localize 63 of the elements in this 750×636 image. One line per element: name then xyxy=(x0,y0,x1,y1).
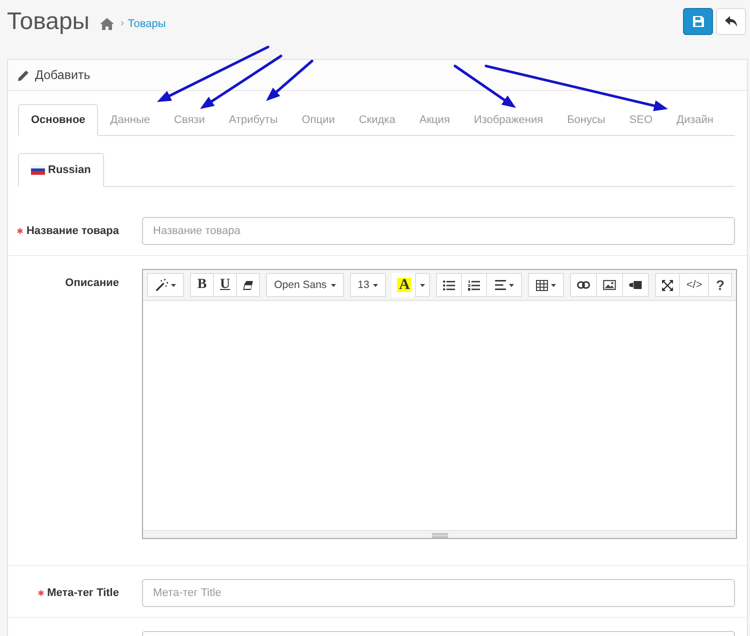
tab[interactable]: Основное xyxy=(18,104,98,136)
numbered-list-icon xyxy=(468,280,480,290)
field-label: Название товара xyxy=(26,225,119,237)
tab[interactable]: Связи xyxy=(162,104,217,136)
save-button[interactable] xyxy=(683,8,713,35)
color-dropdown-button[interactable] xyxy=(415,273,430,297)
breadcrumb-separator: › xyxy=(120,18,124,29)
dropdown-button[interactable]: 13 xyxy=(350,273,386,297)
tab[interactable]: Акция xyxy=(407,104,462,136)
tab[interactable]: SEO xyxy=(617,104,664,136)
bullet-list-icon xyxy=(443,280,456,290)
tab[interactable]: Бонусы xyxy=(555,104,618,136)
image-icon xyxy=(603,280,616,290)
align-dropdown-button[interactable] xyxy=(486,273,522,297)
caret-icon xyxy=(330,284,336,286)
resize-grip-icon xyxy=(432,533,448,538)
bullet-list-button[interactable] xyxy=(436,273,462,297)
tab[interactable]: Атрибуты xyxy=(216,104,290,136)
page-title: Товары xyxy=(7,8,90,36)
text-color-button[interactable]: A xyxy=(392,273,416,297)
table-dropdown-button[interactable] xyxy=(528,273,564,297)
magic-wand-icon xyxy=(156,279,168,291)
style-dropdown-button[interactable] xyxy=(147,273,184,297)
align-left-icon xyxy=(494,280,506,290)
underline-button[interactable]: U xyxy=(213,273,238,297)
code-view-button[interactable]: </> xyxy=(679,273,710,297)
help-button[interactable]: ? xyxy=(708,273,732,297)
tab[interactable]: Изображения xyxy=(462,104,556,136)
caret-icon xyxy=(170,284,176,286)
panel-title: Добавить xyxy=(35,68,90,82)
clear-format-button[interactable] xyxy=(236,273,260,297)
numbered-list-button[interactable] xyxy=(461,273,488,297)
caret-icon xyxy=(420,284,426,286)
tab[interactable]: Опции xyxy=(290,104,347,136)
tab[interactable]: Данные xyxy=(98,104,162,136)
dropdown-button[interactable]: Open Sans xyxy=(266,273,344,297)
tab[interactable]: Скидка xyxy=(346,104,408,136)
home-icon[interactable] xyxy=(100,18,114,30)
pencil-icon xyxy=(18,70,29,80)
text-input[interactable]: Название товара xyxy=(142,217,735,245)
fullscreen-button[interactable] xyxy=(655,273,680,297)
caret-icon xyxy=(551,284,556,286)
expand-arrows-icon xyxy=(662,280,674,290)
eraser-icon xyxy=(243,280,254,290)
video-button[interactable] xyxy=(622,273,650,297)
flag-icon xyxy=(31,165,45,175)
field-label: Описание xyxy=(65,277,119,289)
image-button[interactable] xyxy=(596,273,624,297)
link-button[interactable] xyxy=(570,273,598,297)
video-camera-icon xyxy=(629,281,642,289)
caret-icon xyxy=(373,284,378,286)
bold-button[interactable]: B xyxy=(190,273,214,297)
language-tab[interactable]: Russian xyxy=(18,153,104,187)
field-label: Мета-тег Title xyxy=(47,587,119,599)
table-grid-icon xyxy=(536,280,548,290)
tab[interactable]: Дизайн xyxy=(664,104,726,136)
reply-arrow-icon xyxy=(725,16,737,27)
caret-icon xyxy=(508,284,514,286)
chain-link-icon xyxy=(577,281,590,289)
breadcrumb-link[interactable]: Товары xyxy=(128,18,166,30)
text-input[interactable]: Мета-тег Title xyxy=(142,579,735,607)
rich-text-editor[interactable]: B U Open Sans 13 A </> ? xyxy=(142,269,738,539)
back-button[interactable] xyxy=(716,8,746,35)
